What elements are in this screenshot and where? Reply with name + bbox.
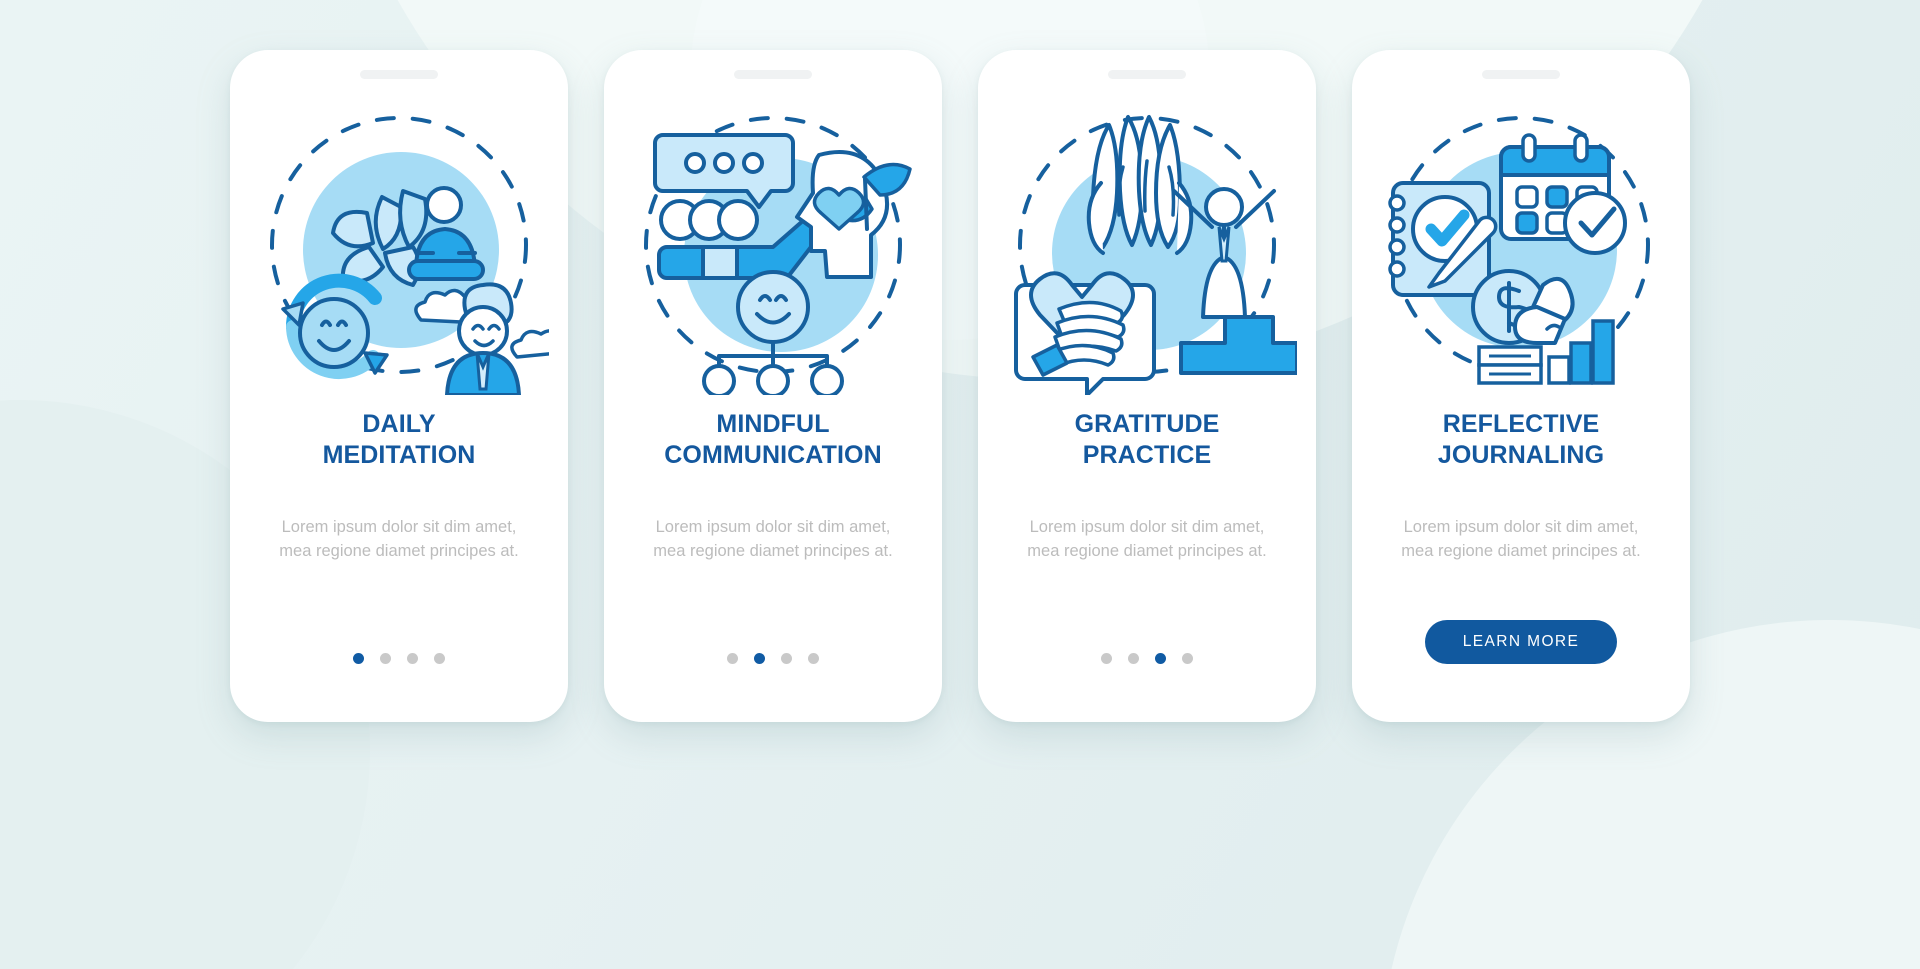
phone-speaker <box>1108 70 1186 79</box>
title-line-1: REFLECTIVE <box>1442 410 1600 438</box>
pagination-dots[interactable] <box>727 653 819 664</box>
screen-footer <box>727 653 819 664</box>
pagination-dot-4[interactable] <box>434 653 445 664</box>
page-title: REFLECTIVE JOURNALING <box>1376 409 1666 470</box>
title-line-2: MEDITATION <box>322 440 476 469</box>
screen-footer <box>353 653 445 664</box>
pagination-dot-1[interactable] <box>1101 653 1112 664</box>
screen-footer <box>1101 653 1193 664</box>
pagination-dot-3[interactable] <box>1155 653 1166 664</box>
page-description: Lorem ipsum dolor sit dim amet, mea regi… <box>279 518 519 560</box>
journaling-illustration <box>1371 95 1671 395</box>
pagination-dot-4[interactable] <box>1182 653 1193 664</box>
title-line-1: GRATITUDE <box>1074 410 1220 438</box>
pagination-dot-2[interactable] <box>754 653 765 664</box>
phone-screen-daily-meditation[interactable]: DAILY MEDITATION Lorem ipsum dolor sit d… <box>230 50 568 722</box>
page-title: MINDFUL COMMUNICATION <box>628 409 918 470</box>
pagination-dots[interactable] <box>1101 653 1193 664</box>
pagination-dot-3[interactable] <box>781 653 792 664</box>
gratitude-illustration <box>997 95 1297 395</box>
pagination-dots[interactable] <box>353 653 445 664</box>
title-line-1: MINDFUL <box>716 410 830 438</box>
phone-screen-mindful-communication[interactable]: MINDFUL COMMUNICATION Lorem ipsum dolor … <box>604 50 942 722</box>
communication-illustration <box>623 95 923 395</box>
title-line-2: COMMUNICATION <box>664 440 882 469</box>
page-description: Lorem ipsum dolor sit dim amet, mea regi… <box>1401 518 1641 560</box>
phone-screen-reflective-journaling[interactable]: REFLECTIVE JOURNALING Lorem ipsum dolor … <box>1352 50 1690 722</box>
pagination-dot-2[interactable] <box>380 653 391 664</box>
phone-speaker <box>1482 70 1560 79</box>
title-line-1: DAILY <box>362 410 436 438</box>
learn-more-button[interactable]: LEARN MORE <box>1425 620 1617 664</box>
page-title: DAILY MEDITATION <box>254 409 544 470</box>
pagination-dot-3[interactable] <box>407 653 418 664</box>
page-description: Lorem ipsum dolor sit dim amet, mea regi… <box>1027 518 1267 560</box>
phone-screen-gratitude-practice[interactable]: GRATITUDE PRACTICE Lorem ipsum dolor sit… <box>978 50 1316 722</box>
page-title: GRATITUDE PRACTICE <box>1002 409 1292 470</box>
pagination-dot-2[interactable] <box>1128 653 1139 664</box>
pagination-dot-4[interactable] <box>808 653 819 664</box>
phone-speaker <box>734 70 812 79</box>
title-line-2: JOURNALING <box>1437 440 1605 469</box>
title-line-2: PRACTICE <box>1082 440 1212 469</box>
pagination-dot-1[interactable] <box>727 653 738 664</box>
onboarding-screens-row: DAILY MEDITATION Lorem ipsum dolor sit d… <box>0 0 1920 722</box>
screen-footer: LEARN MORE <box>1425 620 1617 664</box>
page-description: Lorem ipsum dolor sit dim amet, mea regi… <box>653 518 893 560</box>
pagination-dot-1[interactable] <box>353 653 364 664</box>
phone-speaker <box>360 70 438 79</box>
meditation-illustration <box>249 95 549 395</box>
